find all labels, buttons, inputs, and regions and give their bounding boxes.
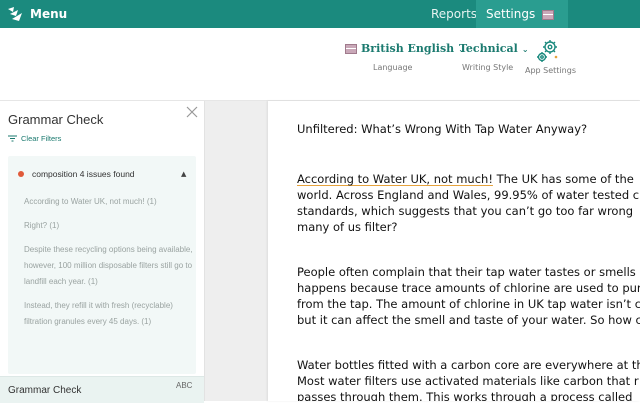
- issues-group-header[interactable]: composition 4 issues found: [18, 169, 135, 179]
- paragraph-line: passes through them. This works through …: [297, 390, 633, 401]
- paragraph-line: happens because trace amounts of chlorin…: [297, 281, 640, 295]
- close-icon[interactable]: [186, 106, 198, 118]
- issue-item[interactable]: Despite these recycling options being av…: [24, 242, 194, 290]
- paragraph-line: Most water filters use activated materia…: [297, 374, 639, 388]
- app-settings-button[interactable]: App Settings: [521, 38, 576, 83]
- tab-reports[interactable]: Reports: [431, 0, 477, 28]
- logo-icon: [8, 7, 22, 21]
- paragraph-line: but it can affect the smell and taste of…: [297, 313, 640, 327]
- paragraph-line: many of us filter?: [297, 220, 398, 234]
- issue-item[interactable]: Instead, they refill it with fresh (recy…: [24, 298, 194, 330]
- writing-style-caption: Writing Style: [462, 63, 514, 72]
- paragraph-1: According to Water UK, not much! The UK …: [297, 171, 640, 235]
- language-value: British English: [361, 42, 455, 55]
- tab-settings[interactable]: Settings: [476, 0, 569, 28]
- paragraph-line: People often complain that their tap wat…: [297, 265, 636, 279]
- paragraph-2: People often complain that their tap wat…: [297, 264, 640, 328]
- top-bar: Menu Reports Settings: [0, 0, 640, 28]
- grammar-check-panel: Grammar Check Clear Filters composition …: [0, 101, 205, 403]
- issue-item[interactable]: According to Water UK, not much! (1): [24, 194, 194, 210]
- language-caption: Language: [373, 63, 413, 72]
- paragraph-line: world. Across England and Wales, 99.95% …: [297, 188, 640, 202]
- panel-title: Grammar Check: [8, 112, 104, 127]
- menu-button[interactable]: Menu: [6, 4, 67, 24]
- spellcheck-icon: ABC: [176, 381, 193, 390]
- gears-icon: [537, 40, 558, 62]
- issues-group: composition 4 issues found ▲ According t…: [8, 156, 196, 374]
- paragraph-line: standards, which suggests that you can’t…: [297, 204, 634, 218]
- editor-gutter: [205, 101, 268, 401]
- document-page[interactable]: Unfiltered: What’s Wrong With Tap Water …: [268, 101, 640, 401]
- filter-icon: [8, 135, 17, 142]
- menu-label: Menu: [30, 7, 68, 21]
- writing-style-value: Technical: [459, 42, 518, 55]
- writing-style-dropdown[interactable]: Technical ⌄: [459, 42, 529, 55]
- document-title: Unfiltered: What’s Wrong With Tap Water …: [297, 122, 588, 136]
- paragraph-line: from the tap. The amount of chlorine in …: [297, 297, 640, 311]
- tab-settings-label: Settings: [486, 7, 536, 21]
- language-dropdown[interactable]: British English ⌄: [345, 42, 465, 55]
- uk-flag-icon: [542, 9, 555, 20]
- issues-group-label: composition 4 issues found: [32, 169, 135, 179]
- paragraph-line: Water bottles fitted with a carbon core …: [297, 358, 640, 372]
- paragraph-3: Water bottles fitted with a carbon core …: [297, 357, 640, 401]
- grammar-check-card[interactable]: Grammar Check ABC: [0, 376, 204, 403]
- uk-flag-icon: [345, 44, 357, 54]
- tab-reports-label: Reports: [431, 7, 478, 21]
- app-settings-caption: App Settings: [525, 66, 576, 75]
- highlighted-issue[interactable]: According to Water UK, not much!: [297, 172, 493, 186]
- grammar-check-card-title: Grammar Check: [8, 385, 82, 396]
- issue-item[interactable]: Right? (1): [24, 218, 194, 234]
- issue-dot-icon: [18, 171, 24, 177]
- clear-filters-button[interactable]: Clear Filters: [8, 134, 61, 143]
- settings-ribbon: British English ⌄ Language Technical ⌄ Wri…: [0, 28, 640, 101]
- chevron-up-icon[interactable]: ▲: [181, 170, 186, 178]
- paragraph-line: The UK has some of the: [492, 172, 634, 186]
- clear-filters-label: Clear Filters: [21, 134, 62, 143]
